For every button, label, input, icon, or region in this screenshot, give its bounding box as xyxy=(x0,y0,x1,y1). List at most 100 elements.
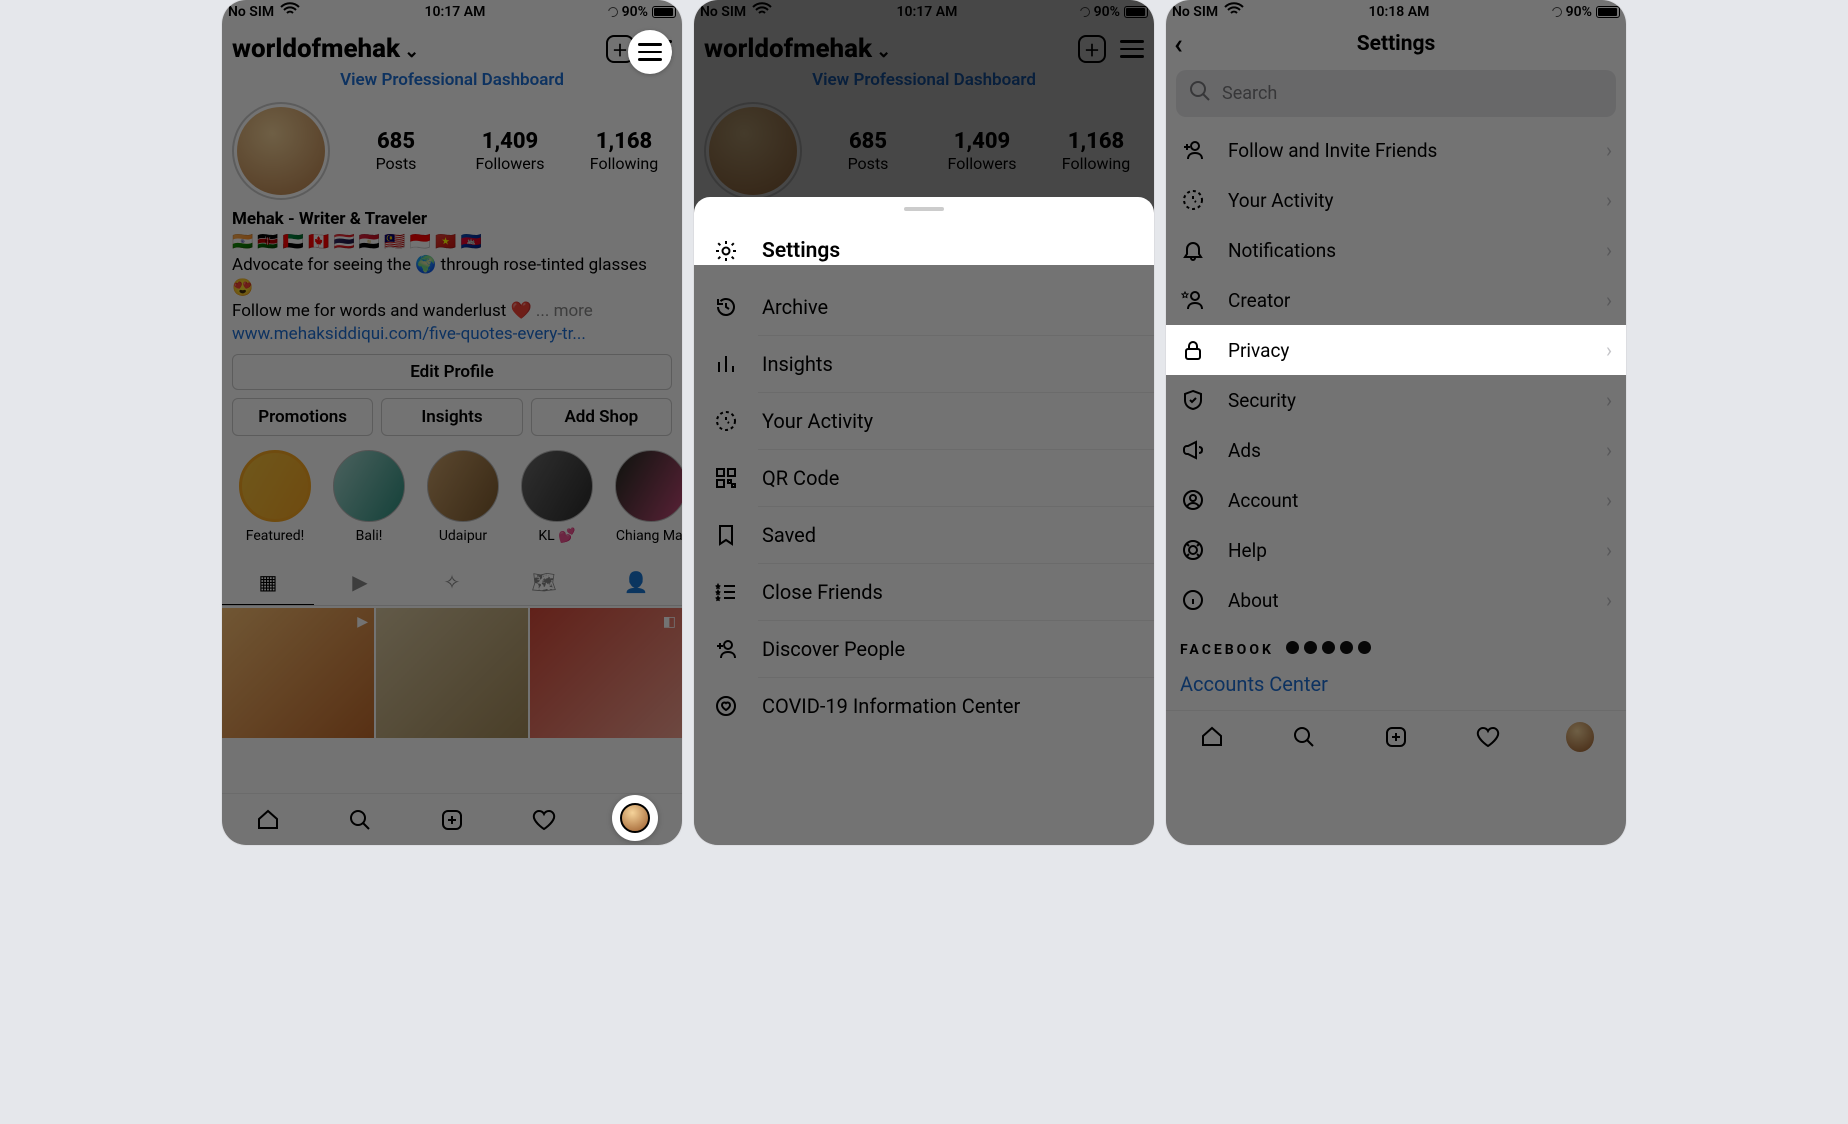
menu-item-settings[interactable]: Settings xyxy=(694,223,1154,279)
status-time: 10:18 AM xyxy=(1368,4,1429,20)
menu-item-label: Archive xyxy=(762,295,828,319)
edit-profile-button[interactable]: Edit Profile xyxy=(232,354,672,390)
menu-button-highlighted[interactable] xyxy=(628,30,672,74)
nav-home[interactable] xyxy=(1198,723,1226,751)
nav-new-post[interactable] xyxy=(438,806,466,834)
stat-following[interactable]: 1,168 Following xyxy=(1048,129,1144,173)
profile-avatar[interactable] xyxy=(232,102,330,200)
username-dropdown[interactable]: worldofmehak xyxy=(704,34,891,64)
menu-item-close-friends[interactable]: Close Friends xyxy=(694,564,1154,620)
profile-bio: Mehak - Writer & Traveler 🇮🇳 🇰🇪 🇦🇪 🇨🇦 🇹🇭… xyxy=(222,208,682,346)
profile-avatar[interactable] xyxy=(704,102,802,200)
settings-search[interactable]: Search xyxy=(1176,70,1616,117)
profile-stats: 685 Posts 1,409 Followers 1,168 Followin… xyxy=(694,98,1154,208)
settings-row-privacy[interactable]: Privacy › xyxy=(1166,325,1626,375)
menu-item-label: Saved xyxy=(762,523,816,547)
settings-row-label: Ads xyxy=(1228,439,1261,462)
highlight-item[interactable]: Bali! xyxy=(322,450,416,544)
accounts-center-link[interactable]: Accounts Center xyxy=(1180,672,1612,696)
wifi-icon xyxy=(1222,0,1246,26)
stat-posts[interactable]: 685 Posts xyxy=(348,129,444,173)
menu-button[interactable] xyxy=(1120,40,1144,58)
professional-dashboard-link[interactable]: View Professional Dashboard xyxy=(222,68,682,98)
menu-item-covid[interactable]: COVID-19 Information Center xyxy=(694,678,1154,734)
tab-igtv[interactable]: ✧ xyxy=(406,560,498,605)
nav-profile[interactable] xyxy=(1566,723,1594,751)
nav-search[interactable] xyxy=(1290,723,1318,751)
post-tile[interactable]: ▶ xyxy=(222,608,374,738)
settings-row-ads[interactable]: Ads › xyxy=(1166,425,1626,475)
username-text: worldofmehak xyxy=(232,34,400,64)
facebook-section: FACEBOOK Accounts Center xyxy=(1166,625,1626,710)
nav-activity[interactable] xyxy=(530,806,558,834)
search-icon xyxy=(1188,79,1212,108)
new-post-button[interactable]: ＋ xyxy=(1078,35,1106,63)
chevron-down-icon xyxy=(404,34,419,64)
battery-percent: 90% xyxy=(1094,4,1120,20)
chevron-right-icon: › xyxy=(1606,288,1612,312)
post-tile[interactable] xyxy=(376,608,528,738)
bio-line-1: Advocate for seeing the 🌍 through rose-t… xyxy=(232,254,672,300)
bookmark-icon xyxy=(712,523,740,547)
settings-row-account[interactable]: Account › xyxy=(1166,475,1626,525)
battery-icon xyxy=(1596,6,1620,18)
highlight-item[interactable]: Udaipur xyxy=(416,450,510,544)
stat-following[interactable]: 1,168 Following xyxy=(576,129,672,173)
settings-row-your-activity[interactable]: Your Activity › xyxy=(1166,175,1626,225)
lock-icon xyxy=(1180,338,1206,362)
star-list-icon xyxy=(712,580,740,604)
dnd-icon xyxy=(1078,5,1092,19)
nav-home[interactable] xyxy=(254,806,282,834)
menu-item-your-activity[interactable]: Your Activity xyxy=(694,393,1154,449)
menu-item-archive[interactable]: Archive xyxy=(694,279,1154,335)
highlight-item[interactable]: Chiang Mai xyxy=(604,450,682,544)
wifi-icon xyxy=(750,0,774,26)
chevron-right-icon: › xyxy=(1606,388,1612,412)
battery-percent: 90% xyxy=(622,4,648,20)
search-placeholder: Search xyxy=(1222,83,1277,104)
menu-item-insights[interactable]: Insights xyxy=(694,336,1154,392)
settings-row-creator[interactable]: Creator › xyxy=(1166,275,1626,325)
settings-row-security[interactable]: Security › xyxy=(1166,375,1626,425)
username-text: worldofmehak xyxy=(704,34,872,64)
tab-grid[interactable]: ▦ xyxy=(222,560,314,605)
settings-row-notifications[interactable]: Notifications › xyxy=(1166,225,1626,275)
settings-row-about[interactable]: About › xyxy=(1166,575,1626,625)
nav-new-post[interactable] xyxy=(1382,723,1410,751)
nav-profile-highlighted[interactable] xyxy=(612,795,658,841)
username-dropdown[interactable]: worldofmehak xyxy=(232,34,419,64)
tab-reels[interactable]: ▶ xyxy=(314,560,406,605)
stat-followers[interactable]: 1,409 Followers xyxy=(934,129,1030,173)
bio-flags: 🇮🇳 🇰🇪 🇦🇪 🇨🇦 🇹🇭 🇪🇬 🇲🇾 🇮🇩 🇻🇳 🇰🇭 xyxy=(232,231,672,254)
promotions-button[interactable]: Promotions xyxy=(232,398,373,436)
tab-tagged[interactable]: 👤 xyxy=(590,560,682,605)
profile-stats: 685 Posts 1,409 Followers 1,168 Followin… xyxy=(222,98,682,208)
bio-more[interactable]: ... more xyxy=(536,301,593,321)
nav-search[interactable] xyxy=(346,806,374,834)
sheet-grab-handle[interactable] xyxy=(904,207,944,211)
screen-profile: No SIM 10:17 AM 90% worldofmehak ＋ xyxy=(222,0,682,845)
account-circle-icon xyxy=(1180,488,1206,512)
stat-followers[interactable]: 1,409 Followers xyxy=(462,129,558,173)
tab-guides[interactable]: 🗺 xyxy=(498,560,590,605)
battery-icon xyxy=(652,6,676,18)
bio-link[interactable]: www.mehaksiddiqui.com/five-quotes-every-… xyxy=(232,323,672,346)
stat-posts[interactable]: 685 Posts xyxy=(820,129,916,173)
post-tile[interactable]: ◧ xyxy=(530,608,682,738)
professional-dashboard-link[interactable]: View Professional Dashboard xyxy=(694,68,1154,98)
add-shop-button[interactable]: Add Shop xyxy=(531,398,672,436)
insights-button[interactable]: Insights xyxy=(381,398,522,436)
menu-item-qr-code[interactable]: QR Code xyxy=(694,450,1154,506)
status-bar: No SIM 10:17 AM 90% xyxy=(694,0,1154,24)
highlight-item[interactable]: KL 💕 xyxy=(510,450,604,544)
carousel-icon: ◧ xyxy=(663,614,676,630)
dnd-icon xyxy=(1550,5,1564,19)
back-button[interactable]: ‹ xyxy=(1174,30,1183,58)
settings-row-follow-invite[interactable]: Follow and Invite Friends › xyxy=(1166,125,1626,175)
menu-item-saved[interactable]: Saved xyxy=(694,507,1154,563)
menu-item-discover-people[interactable]: Discover People xyxy=(694,621,1154,677)
settings-row-help[interactable]: Help › xyxy=(1166,525,1626,575)
highlight-item[interactable]: Featured! xyxy=(228,450,322,544)
life-ring-icon xyxy=(1180,538,1206,562)
nav-activity[interactable] xyxy=(1474,723,1502,751)
